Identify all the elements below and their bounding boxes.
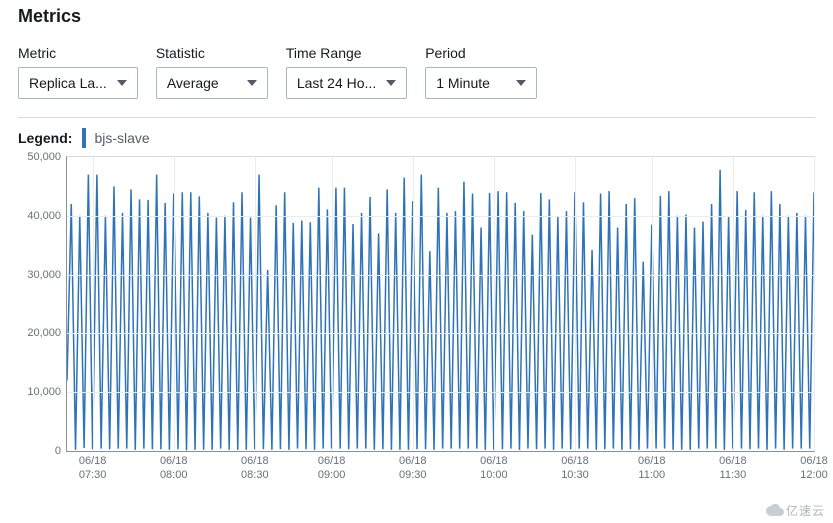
y-tick-label: 20,000 [19, 327, 61, 339]
y-gridline [67, 333, 814, 334]
metric-select[interactable]: Replica La... [18, 67, 138, 99]
y-tick-label: 30,000 [19, 269, 61, 281]
caret-down-icon [247, 80, 257, 86]
x-gridline [255, 157, 256, 451]
legend-swatch [82, 128, 86, 148]
metric-label: Metric [18, 45, 138, 61]
x-tick-label: 06/1810:30 [561, 455, 589, 483]
y-tick-label: 10,000 [19, 386, 61, 398]
x-gridline [93, 157, 94, 451]
x-tick-label: 06/1810:00 [480, 455, 508, 483]
line-chart [67, 157, 814, 451]
timerange-select-value: Last 24 Ho... [297, 75, 376, 91]
period-label: Period [425, 45, 537, 61]
caret-down-icon [117, 80, 127, 86]
watermark: 亿速云 [766, 502, 825, 519]
legend-row: Legend: bjs-slave [18, 128, 815, 148]
x-tick-label: 06/1811:30 [719, 455, 747, 483]
x-gridline [814, 157, 815, 451]
legend-series-name: bjs-slave [94, 130, 149, 146]
x-gridline [575, 157, 576, 451]
x-tick-label: 06/1809:30 [399, 455, 427, 483]
y-gridline [67, 275, 814, 276]
x-tick-label: 06/1811:00 [638, 455, 666, 483]
statistic-select-value: Average [167, 75, 219, 91]
watermark-text: 亿速云 [786, 504, 825, 518]
x-tick-label: 06/1808:00 [160, 455, 188, 483]
metric-control: Metric Replica La... [18, 45, 138, 99]
x-tick-label: 06/1809:00 [318, 455, 346, 483]
y-gridline [67, 216, 814, 217]
statistic-control: Statistic Average [156, 45, 268, 99]
x-gridline [733, 157, 734, 451]
statistic-select[interactable]: Average [156, 67, 268, 99]
x-tick-label: 06/1812:00 [800, 455, 828, 483]
page-title: Metrics [18, 6, 815, 27]
x-tick-label: 06/1808:30 [241, 455, 269, 483]
caret-down-icon [516, 80, 526, 86]
chart-area: 0 10,000 20,000 30,000 40,000 50,000 06/1807:3… [18, 152, 815, 482]
y-tick-label: 50,000 [19, 151, 61, 163]
timerange-label: Time Range [286, 45, 407, 61]
x-gridline [413, 157, 414, 451]
legend-label: Legend: [18, 130, 72, 146]
period-select[interactable]: 1 Minute [425, 67, 537, 99]
timerange-select[interactable]: Last 24 Ho... [286, 67, 407, 99]
x-gridline [652, 157, 653, 451]
metric-select-value: Replica La... [29, 75, 107, 91]
x-gridline [332, 157, 333, 451]
y-tick-label: 0 [19, 445, 61, 457]
period-control: Period 1 Minute [425, 45, 537, 99]
plot-frame[interactable]: 010,00020,00030,00040,00050,00006/1807:3… [66, 156, 815, 452]
timerange-control: Time Range Last 24 Ho... [286, 45, 407, 99]
x-gridline [494, 157, 495, 451]
statistic-label: Statistic [156, 45, 268, 61]
y-gridline [67, 392, 814, 393]
y-tick-label: 40,000 [19, 210, 61, 222]
caret-down-icon [386, 80, 396, 86]
x-gridline [174, 157, 175, 451]
controls-row: Metric Replica La... Statistic Average T… [18, 45, 815, 118]
x-tick-label: 06/1807:30 [79, 455, 107, 483]
period-select-value: 1 Minute [436, 75, 490, 91]
